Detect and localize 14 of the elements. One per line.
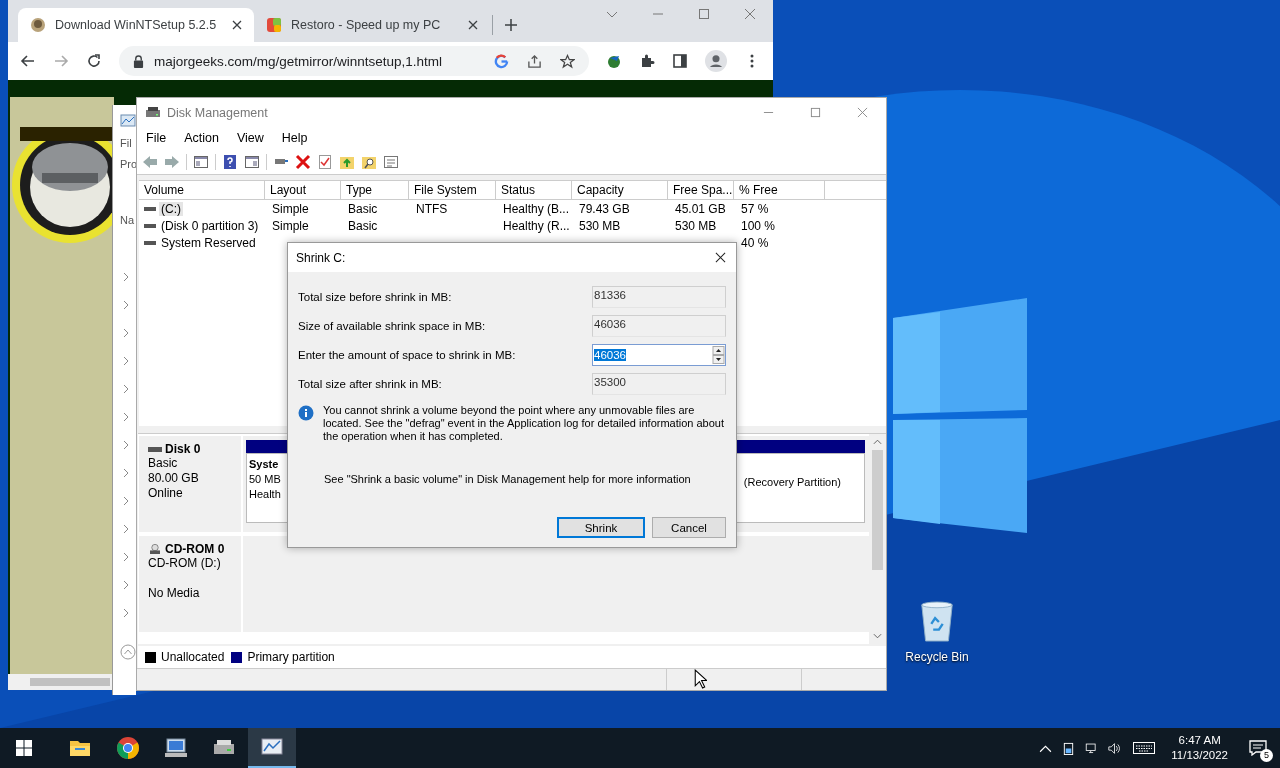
- taskbar-app[interactable]: [248, 728, 296, 768]
- keyboard-icon[interactable]: [1133, 742, 1156, 754]
- clock[interactable]: 6:47 AM 11/13/2022: [1163, 733, 1236, 763]
- notification-count: 5: [1260, 749, 1273, 762]
- clock-time: 6:47 AM: [1178, 733, 1221, 748]
- message-icon: [1249, 740, 1267, 756]
- battery-icon[interactable]: [1062, 741, 1076, 755]
- computer-icon: [164, 736, 188, 760]
- windows-icon[interactable]: [16, 740, 32, 756]
- chrome-icon: [116, 736, 140, 760]
- volume-icon[interactable]: [1108, 741, 1122, 755]
- notification-button[interactable]: 5: [1236, 728, 1280, 768]
- network-icon[interactable]: [1085, 741, 1099, 755]
- clock-date: 11/13/2022: [1171, 748, 1228, 763]
